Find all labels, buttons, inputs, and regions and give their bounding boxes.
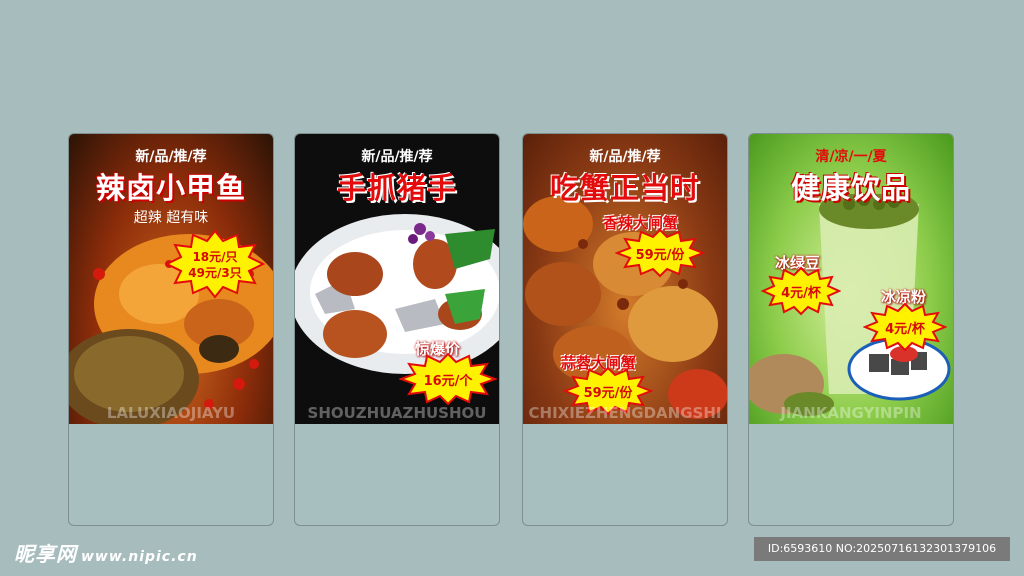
item-1-price: 4元/杯 [781,286,821,301]
item-2-price: 4元/杯 [885,322,925,337]
menu-card-crab[interactable]: 新/品/推/荐 吃蟹正当时 香辣大闸蟹 59元/份 蒜蓉大闸蟹 59元/份 CH… [522,133,728,526]
site-logo[interactable]: 昵享网 www.nipic.cn [14,538,198,567]
item-2-price: 59元/份 [583,386,633,401]
price-value: 16元/个 [423,374,473,389]
menu-card-drinks[interactable]: 清/凉/一/夏 健康饮品 冰绿豆 4元/杯 冰凉粉 4元/杯 JIANKANGY… [748,133,954,526]
price-line-2: 49元/3只 [188,266,242,280]
card-title: 吃蟹正当时 [549,171,700,205]
poster-image-pig-trotter: 新/品/推/荐 手抓猪手 惊爆价 16元/个 SHOUZHUAZHUSHOU [295,134,499,424]
pinyin-watermark: CHIXIEZHENGDANGSHI [528,404,722,422]
menu-card-pig-trotter[interactable]: 新/品/推/荐 手抓猪手 惊爆价 16元/个 SHOUZHUAZHUSHOU [294,133,500,526]
pinyin-watermark: LALUXIAOJIAYU [106,404,236,422]
card-title: 辣卤小甲鱼 [95,171,246,205]
poster-image-crab: 新/品/推/荐 吃蟹正当时 香辣大闸蟹 59元/份 蒜蓉大闸蟹 59元/份 CH… [523,134,727,424]
price-line-1: 18元/只 [192,250,238,264]
card-tagline: 新/品/推/荐 [589,149,661,165]
card-subtitle: 超辣 超有味 [133,210,209,226]
card-tagline: 清/凉/一/夏 [815,149,887,165]
pinyin-watermark: SHOUZHUAZHUSHOU [307,404,487,422]
price-burst: 18元/只 49元/3只 [165,229,265,299]
item-1-price: 59元/份 [635,248,685,263]
image-id-badge: ID:6593610 NO:20250716132301379106 [754,537,1010,561]
item-2-price-burst: 4元/杯 [863,302,947,352]
price-burst: 16元/个 [399,352,497,406]
card-tagline: 新/品/推/荐 [361,149,433,165]
site-url: www.nipic.cn [81,549,198,565]
poster-image-turtle: 新/品/推/荐 辣卤小甲鱼 超辣 超有味 18元/只 49元/3只 LALUXI… [69,134,273,424]
card-title: 健康饮品 [790,171,911,205]
item-1-price-burst: 4元/杯 [761,266,841,316]
poster-image-drinks: 清/凉/一/夏 健康饮品 冰绿豆 4元/杯 冰凉粉 4元/杯 JIANKANGY… [749,134,953,424]
item-1-price-burst: 59元/份 [615,228,705,278]
card-tagline: 新/品/推/荐 [135,149,207,165]
card-title: 手抓猪手 [336,171,457,205]
menu-card-turtle[interactable]: 新/品/推/荐 辣卤小甲鱼 超辣 超有味 18元/只 49元/3只 LALUXI… [68,133,274,526]
site-logo-text: 昵享网 [14,542,77,566]
pinyin-watermark: JIANKANGYINPIN [780,404,922,422]
